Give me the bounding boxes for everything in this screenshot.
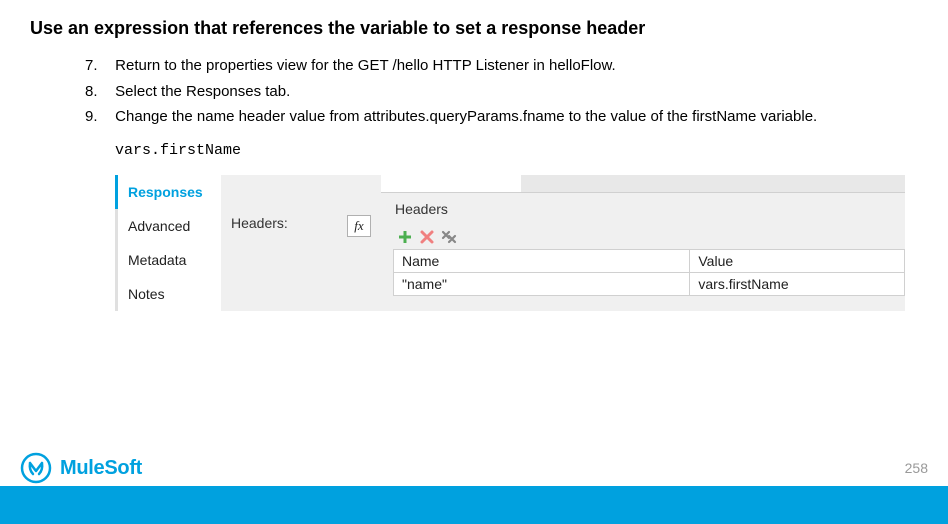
headers-label: Headers: (231, 215, 288, 231)
bottom-bar (0, 486, 948, 524)
instruction-steps: 7. Return to the properties view for the… (85, 53, 918, 130)
cell-name[interactable]: "name" (394, 272, 690, 295)
cell-value[interactable]: vars.firstName (690, 272, 905, 295)
add-icon[interactable] (397, 229, 413, 245)
tab-advanced[interactable]: Advanced (115, 209, 207, 243)
headers-panel: Headers (381, 175, 905, 311)
step-7: 7. Return to the properties view for the… (85, 53, 918, 79)
step-text: Select the Responses tab. (115, 83, 290, 100)
step-number: 9. (85, 104, 111, 130)
tab-notes[interactable]: Notes (115, 277, 207, 311)
step-number: 8. (85, 79, 111, 105)
slide-title: Use an expression that references the va… (30, 18, 918, 39)
headers-toolbar (393, 227, 905, 249)
step-text: Change the name header value from attrib… (115, 108, 817, 125)
headers-config: Headers: fx (221, 175, 381, 311)
panel-section-label: Headers (395, 201, 905, 217)
mulesoft-icon (20, 452, 52, 484)
properties-tabs: Responses Advanced Metadata Notes (115, 175, 207, 311)
headers-table: Name Value "name" vars.firstName (393, 249, 905, 296)
page-number: 258 (905, 460, 928, 476)
mulesoft-logo: MuleSoft (20, 452, 142, 484)
slide-footer: MuleSoft 258 (20, 452, 928, 484)
step-text: Return to the properties view for the GE… (115, 57, 616, 74)
fx-button[interactable]: fx (347, 215, 371, 237)
column-header-name: Name (394, 249, 690, 272)
logo-text: MuleSoft (60, 457, 142, 480)
step-number: 7. (85, 53, 111, 79)
panel-top-band (381, 175, 905, 193)
step-9: 9. Change the name header value from att… (85, 104, 918, 130)
tab-responses[interactable]: Responses (115, 175, 207, 209)
delete-icon[interactable] (419, 229, 435, 245)
column-header-value: Value (690, 249, 905, 272)
ui-screenshot: Responses Advanced Metadata Notes Header… (115, 175, 905, 311)
step-8: 8. Select the Responses tab. (85, 79, 918, 105)
panel-gutter (381, 175, 521, 192)
clear-all-icon[interactable] (441, 229, 457, 245)
table-row[interactable]: "name" vars.firstName (394, 272, 905, 295)
tab-metadata[interactable]: Metadata (115, 243, 207, 277)
code-snippet: vars.firstName (115, 142, 918, 159)
